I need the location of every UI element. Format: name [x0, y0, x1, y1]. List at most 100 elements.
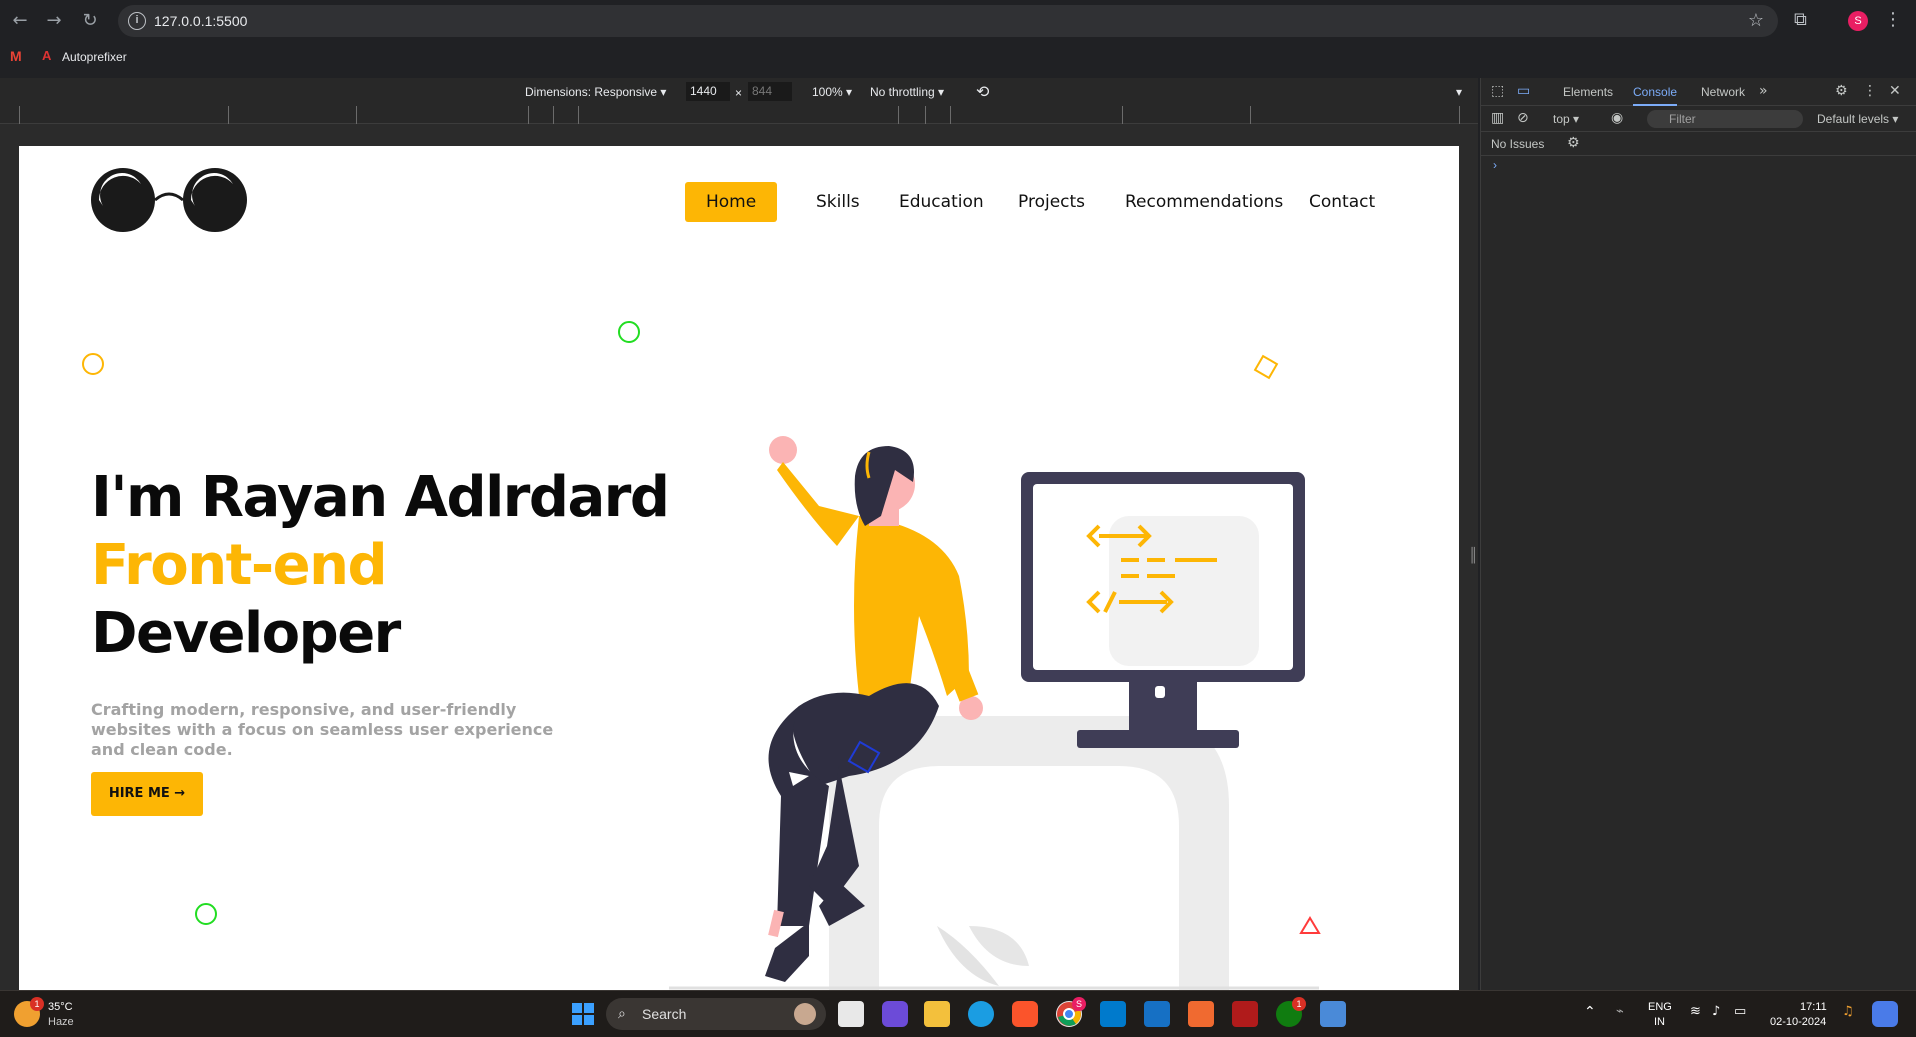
address-url[interactable]: 127.0.0.1:5500 [154, 13, 247, 29]
volume-icon[interactable]: ♪ [1712, 1005, 1720, 1019]
tab-elements[interactable]: Elements [1563, 85, 1613, 99]
search-icon: ⌕ [618, 1006, 626, 1022]
nav-home[interactable]: Home [685, 182, 778, 222]
tray-device-icon[interactable]: ⌁ [1616, 1005, 1624, 1019]
zoom-dropdown[interactable]: 100% ▾ [812, 85, 852, 99]
windows-start-icon[interactable] [570, 1001, 596, 1027]
site-info-icon[interactable]: i [128, 12, 146, 30]
tab-console[interactable]: Console [1633, 85, 1678, 106]
gmail-icon[interactable]: M [10, 48, 22, 64]
context-dropdown[interactable]: top ▾ [1553, 112, 1579, 126]
console-settings-icon[interactable]: ⚙ [1567, 135, 1580, 151]
notification-bell-icon[interactable]: ♫ [1842, 1005, 1854, 1019]
hire-me-button[interactable]: HIRE ME → [91, 772, 203, 816]
device-toolbar: Dimensions: Responsive ▾ 1440 × 844 100%… [0, 78, 1478, 106]
nav-contact[interactable]: Contact [1309, 182, 1375, 222]
search-label: Search [642, 1006, 687, 1022]
reload-icon[interactable]: ↻ [78, 9, 102, 33]
clock-time[interactable]: 17:11 [1800, 1000, 1827, 1014]
clear-console-icon[interactable]: ⊘ [1517, 110, 1529, 126]
weather-badge: 1 [30, 997, 44, 1011]
battery-icon[interactable]: ▭ [1734, 1005, 1746, 1019]
panel-resize-handle[interactable]: ║ [1469, 548, 1477, 564]
extensions-icon[interactable]: ⧉ [1794, 9, 1807, 30]
xbox-badge: 1 [1292, 997, 1306, 1011]
close-icon[interactable]: ✕ [1889, 83, 1901, 99]
developer-illustration [669, 436, 1319, 990]
app-icon-red[interactable] [1232, 1001, 1258, 1027]
vscode-icon[interactable] [1100, 1001, 1126, 1027]
nav-skills[interactable]: Skills [816, 182, 860, 222]
brave-icon[interactable] [1012, 1001, 1038, 1027]
site-viewport: Home Skills Education Projects Recommend… [19, 146, 1459, 990]
windows-taskbar: 1 35°C Haze ⌕ Search S 1 ⌃ ⌁ ENG IN ≋ ♪ … [0, 990, 1916, 1037]
throttling-label: No throttling [870, 85, 935, 99]
circle-shape-yellow [82, 353, 104, 375]
rotate-icon[interactable]: ⟲ [976, 82, 989, 101]
devtools-menu-icon[interactable]: ⋮ [1863, 83, 1877, 99]
levels-label: Default levels [1817, 112, 1890, 126]
region-label[interactable]: IN [1654, 1015, 1665, 1029]
chrome-badge: S [1072, 997, 1086, 1011]
device-toolbar-menu-icon[interactable]: ▾ [1456, 85, 1462, 99]
browser-menu-icon[interactable]: ⋮ [1884, 9, 1902, 30]
nav-projects[interactable]: Projects [1018, 182, 1085, 222]
media-query-ruler [0, 106, 1478, 124]
calculator-icon[interactable] [1320, 1001, 1346, 1027]
sidebar-toggle-icon[interactable]: ▥ [1491, 110, 1504, 126]
device-toolbar-toggle-icon[interactable]: ▭ [1517, 83, 1530, 99]
context-label: top [1553, 112, 1570, 126]
dimensions-dropdown[interactable]: Dimensions: Responsive ▾ [525, 85, 666, 99]
zoom-label: 100% [812, 85, 843, 99]
devtools-tabbar: ⬚ ▭ Elements Console Network » ⚙ ⋮ ✕ [1481, 78, 1916, 106]
search-highlight-icon [794, 1003, 816, 1025]
throttling-dropdown[interactable]: No throttling ▾ [870, 85, 944, 99]
tab-network[interactable]: Network [1701, 85, 1745, 99]
bookmarks-bar: M A Autoprefixer [0, 42, 1916, 74]
address-bar[interactable]: i 127.0.0.1:5500 ☆ [118, 5, 1778, 37]
bookmark-autoprefixer[interactable]: Autoprefixer [62, 50, 127, 64]
copilot-icon[interactable] [1872, 1001, 1898, 1027]
dimension-separator: × [735, 86, 743, 100]
clock-date[interactable]: 02-10-2024 [1770, 1015, 1826, 1029]
wifi-icon[interactable]: ≋ [1690, 1005, 1701, 1019]
edge-icon[interactable] [968, 1001, 994, 1027]
xampp-icon[interactable] [1188, 1001, 1214, 1027]
dimensions-label: Dimensions: Responsive [525, 85, 658, 99]
task-view-icon[interactable] [838, 1001, 864, 1027]
autoprefixer-icon[interactable]: A [42, 48, 51, 63]
height-input[interactable]: 844 [748, 82, 792, 101]
circle-shape-green-2 [195, 903, 217, 925]
inspect-element-icon[interactable]: ⬚ [1491, 83, 1504, 99]
tray-chevron-icon[interactable]: ⌃ [1584, 1005, 1596, 1019]
bookmark-star-icon[interactable]: ☆ [1748, 10, 1764, 31]
language-label[interactable]: ENG [1648, 1000, 1672, 1014]
settings-gear-icon[interactable]: ⚙ [1835, 83, 1848, 99]
site-logo[interactable] [91, 166, 251, 236]
more-tabs-icon[interactable]: » [1759, 83, 1768, 99]
forward-icon[interactable]: → [42, 9, 66, 33]
devtools-panel: ⬚ ▭ Elements Console Network » ⚙ ⋮ ✕ ▥ ⊘… [1469, 78, 1916, 990]
hero-description: Crafting modern, responsive, and user-fr… [91, 700, 554, 759]
hero-heading: I'm Rayan Adlrdard Front-end Developer [91, 464, 670, 668]
taskbar-search[interactable]: ⌕ Search [606, 998, 826, 1030]
profile-avatar[interactable]: S [1848, 11, 1868, 31]
browser-toolbar: ← → ↻ i 127.0.0.1:5500 ☆ ⧉ S ⋮ [0, 0, 1916, 42]
console-prompt[interactable]: › [1493, 158, 1497, 172]
nav-education[interactable]: Education [899, 182, 984, 222]
hero-role: Front-end [91, 533, 388, 598]
file-explorer-icon[interactable] [924, 1001, 950, 1027]
weather-desc[interactable]: Haze [48, 1015, 74, 1029]
back-icon[interactable]: ← [8, 9, 32, 33]
issues-label[interactable]: No Issues [1491, 137, 1544, 151]
app-icon-purple[interactable] [882, 1001, 908, 1027]
width-input[interactable]: 1440 [686, 82, 730, 101]
hero-name: I'm Rayan Adlrdard [91, 465, 670, 530]
live-expression-eye-icon[interactable]: ◉ [1611, 110, 1623, 126]
nav-recommendations[interactable]: Recommendations [1125, 182, 1283, 222]
app-icon-blue[interactable] [1144, 1001, 1170, 1027]
issues-bar: No Issues ⚙ [1481, 132, 1916, 156]
weather-temp[interactable]: 35°C [48, 1000, 73, 1014]
log-levels-dropdown[interactable]: Default levels ▾ [1817, 112, 1898, 126]
filter-input[interactable]: Filter [1647, 110, 1803, 128]
